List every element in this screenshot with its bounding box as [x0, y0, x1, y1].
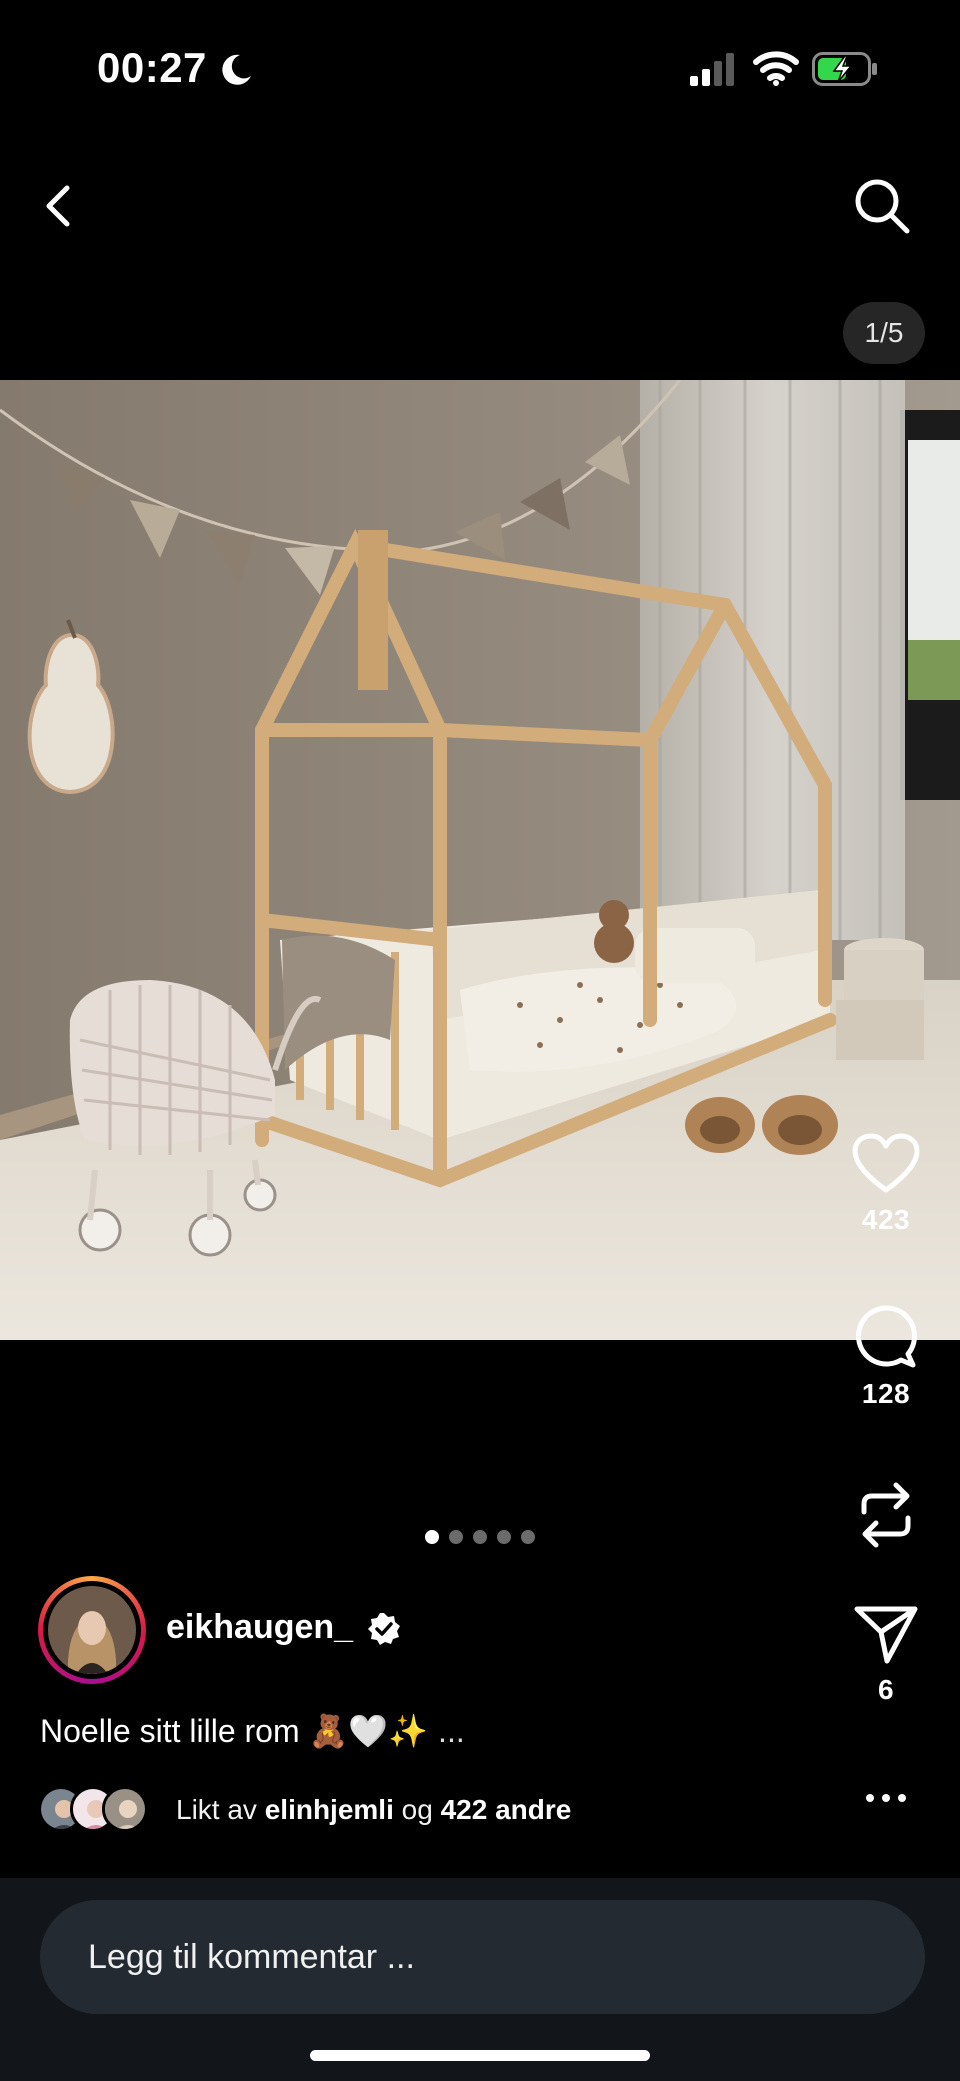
post-caption[interactable]: Noelle sitt lille rom 🧸🤍✨...: [40, 1712, 465, 1750]
carousel-dot: [497, 1530, 511, 1544]
more-dots-icon: [866, 1794, 906, 1802]
home-indicator[interactable]: [310, 2050, 650, 2061]
carousel-page-counter: 1/5: [843, 302, 925, 364]
share-button[interactable]: 6: [846, 1604, 926, 1706]
status-time: 00:27: [97, 44, 207, 91]
likes-joiner: og: [401, 1794, 433, 1825]
like-count: 423: [861, 1204, 911, 1235]
more-options-button[interactable]: [846, 1786, 926, 1810]
carousel-dot: [425, 1530, 439, 1544]
comment-count: 128: [861, 1378, 911, 1409]
search-icon: [855, 179, 910, 234]
comment-button[interactable]: 128: [846, 1304, 926, 1410]
carousel-indicator: [0, 1530, 960, 1549]
liked-by-text[interactable]: Likt av elinhjemli og 422 andre: [176, 1794, 571, 1826]
status-bar: 00:27: [0, 0, 960, 140]
likes-others-count[interactable]: 422 andre: [441, 1794, 572, 1825]
back-button[interactable]: [34, 178, 84, 234]
avatar: [48, 1586, 136, 1674]
author-avatar[interactable]: [38, 1576, 146, 1684]
share-count: 6: [877, 1674, 895, 1705]
wifi-icon: [753, 51, 799, 86]
paper-plane-icon: [854, 1606, 918, 1664]
verified-badge-icon: [368, 1613, 400, 1645]
caption-text: Noelle sitt lille rom 🧸🤍✨: [40, 1713, 429, 1749]
author-username[interactable]: eikhaugen_: [166, 1608, 353, 1647]
carousel-dot: [521, 1530, 535, 1544]
likes-prefix: Likt av: [176, 1794, 257, 1825]
heart-icon: [852, 1133, 920, 1193]
moon-icon: [222, 54, 251, 85]
caption-more[interactable]: ...: [438, 1713, 465, 1749]
post-photo-illustration: [0, 380, 960, 1340]
avatar: [102, 1786, 148, 1832]
battery-charging-icon: [812, 52, 877, 86]
post-image[interactable]: [0, 380, 960, 1340]
carousel-dot: [449, 1530, 463, 1544]
chevron-left-icon: [46, 185, 70, 227]
like-button[interactable]: 423: [846, 1132, 926, 1236]
search-button[interactable]: [852, 176, 912, 236]
comment-input[interactable]: [40, 1900, 925, 2014]
liked-by-username[interactable]: elinhjemli: [265, 1794, 394, 1825]
carousel-dot: [473, 1530, 487, 1544]
comment-bubble-icon: [856, 1305, 917, 1368]
cellular-signal-icon: [690, 53, 734, 86]
